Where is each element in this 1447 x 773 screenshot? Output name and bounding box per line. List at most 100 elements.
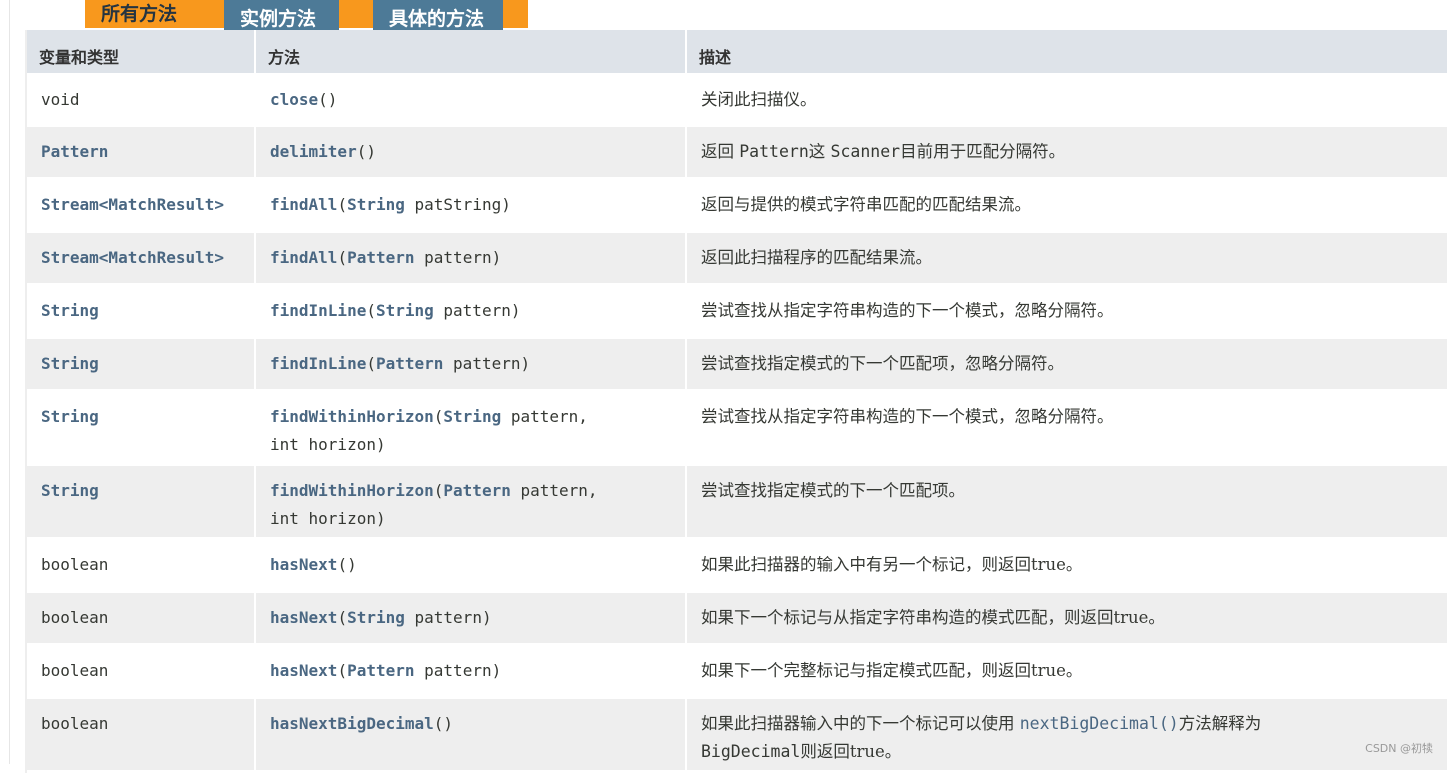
method-link[interactable]: findWithinHorizon (270, 407, 434, 426)
return-type: Stream<MatchResult> (27, 180, 256, 233)
param-type-link[interactable]: Pattern (443, 481, 510, 500)
desc-code: BigDecimal (701, 742, 801, 761)
table-row: boolean hasNext() 如果此扫描器的输入中有另一个标记，则返回tr… (27, 540, 1447, 593)
method-signature: hasNextBigDecimal() (256, 699, 687, 773)
param-type-link[interactable]: Pattern (347, 661, 414, 680)
method-link[interactable]: hasNext (270, 555, 337, 574)
tab-concrete-methods[interactable]: 具体的方法 (373, 0, 503, 30)
desc-text: 如果下一个完整标记与指定模式匹配，则返回 (701, 661, 1031, 680)
method-signature: findInLine(String pattern) (256, 286, 687, 339)
column-header-method: 方法 (256, 30, 687, 75)
page-left-border (9, 0, 10, 764)
method-description: 如果下一个完整标记与指定模式匹配，则返回true。 (687, 646, 1447, 699)
method-signature: findInLine(Pattern pattern) (256, 339, 687, 392)
table-row: boolean hasNext(String pattern) 如果下一个标记与… (27, 593, 1447, 646)
desc-text: true (1113, 608, 1149, 627)
param-type-link[interactable]: String (376, 301, 434, 320)
method-link[interactable]: delimiter (270, 142, 357, 161)
method-link[interactable]: findAll (270, 195, 337, 214)
param-name: pattern, (510, 407, 588, 426)
desc-text: 。 (1065, 555, 1083, 574)
table-row: Pattern delimiter() 返回 Pattern这 Scanner目… (27, 127, 1447, 180)
return-type: String (27, 392, 256, 466)
table-row: String findWithinHorizon(Pattern pattern… (27, 466, 1447, 540)
return-type: boolean (27, 593, 256, 646)
method-link[interactable]: hasNextBigDecimal (270, 714, 434, 733)
method-link[interactable]: findAll (270, 248, 337, 267)
method-signature: close() (256, 75, 687, 127)
param-type-link[interactable]: String (347, 608, 405, 627)
table-row: Stream<MatchResult> findAll(String patSt… (27, 180, 1447, 233)
method-signature: findAll(String patString) (256, 180, 687, 233)
param-name: pattern (424, 248, 492, 267)
type-link[interactable]: Pattern (41, 142, 108, 161)
method-link[interactable]: close (270, 90, 318, 109)
column-header-type: 变量和类型 (27, 30, 256, 75)
method-link[interactable]: findInLine (270, 301, 366, 320)
tab-instance-methods[interactable]: 实例方法 (224, 0, 339, 30)
return-type: Pattern (27, 127, 256, 180)
table-row: boolean hasNextBigDecimal() 如果此扫描器输入中的下一… (27, 699, 1447, 773)
column-header-description: 描述 (687, 30, 1447, 75)
method-link[interactable]: hasNext (270, 661, 337, 680)
return-type: String (27, 466, 256, 540)
return-type: boolean (27, 699, 256, 773)
desc-text: 如果下一个标记与从指定字符串构造的模式匹配，则返回 (701, 608, 1114, 627)
paren: () (356, 142, 376, 161)
desc-text: 这 (808, 142, 831, 161)
type-link[interactable]: String (41, 354, 99, 373)
param-type-link[interactable]: String (347, 195, 405, 214)
method-link[interactable]: findWithinHorizon (270, 481, 434, 500)
method-description: 如果下一个标记与从指定字符串构造的模式匹配，则返回true。 (687, 593, 1447, 646)
desc-text: 如果此扫描器的输入中有另一个标记，则返回 (701, 555, 1031, 574)
param-type-link[interactable]: Pattern (376, 354, 443, 373)
table-row: boolean hasNext(Pattern pattern) 如果下一个完整… (27, 646, 1447, 699)
tab-separator (503, 0, 528, 28)
param-type-link[interactable]: Pattern (347, 248, 414, 267)
method-description: 尝试查找指定模式的下一个匹配项。 (687, 466, 1447, 540)
param-name: pattern (424, 661, 492, 680)
method-description: 返回与提供的模式字符串匹配的匹配结果流。 (687, 180, 1447, 233)
desc-code: Pattern (739, 142, 809, 161)
method-signature: findWithinHorizon(Pattern pattern, int ho… (256, 466, 687, 540)
type-link[interactable]: Stream<MatchResult> (41, 248, 224, 267)
type-link[interactable]: Stream<MatchResult> (41, 195, 224, 214)
method-description: 尝试查找从指定字符串构造的下一个模式，忽略分隔符。 (687, 392, 1447, 466)
desc-text: true (1031, 661, 1066, 680)
method-description: 关闭此扫描仪。 (687, 75, 1447, 127)
method-link[interactable]: hasNext (270, 608, 337, 627)
type-link[interactable]: String (41, 407, 99, 426)
desc-text: 。 (884, 742, 902, 761)
desc-code: Scanner (830, 142, 901, 161)
table-row: void close() 关闭此扫描仪。 (27, 75, 1447, 127)
table-row: String findInLine(Pattern pattern) 尝试查找指… (27, 339, 1447, 392)
return-type: void (27, 75, 256, 127)
return-type: String (27, 286, 256, 339)
desc-text: 返回 (701, 142, 740, 161)
desc-text: true (849, 742, 885, 761)
param-name: pattern (443, 301, 511, 320)
type-link[interactable]: String (41, 301, 99, 320)
method-description: 尝试查找指定模式的下一个匹配项，忽略分隔符。 (687, 339, 1447, 392)
method-summary-table: 变量和类型 方法 描述 void close() 关闭此扫描仪。 Pattern… (25, 30, 1447, 773)
desc-text: 。 (1148, 608, 1165, 627)
type-link[interactable]: String (41, 481, 99, 500)
method-link[interactable]: findInLine (270, 354, 366, 373)
method-description: 如果此扫描器输入中的下一个标记可以使用 nextBigDecimal()方法解释… (687, 699, 1447, 773)
param-name: pattern, (520, 481, 598, 500)
desc-text: 方法解释为 (1178, 714, 1262, 733)
return-type: boolean (27, 540, 256, 593)
table-row: String findInLine(String pattern) 尝试查找从指… (27, 286, 1447, 339)
method-description: 返回此扫描程序的匹配结果流。 (687, 233, 1447, 286)
watermark: CSDN @初犊 (1365, 742, 1433, 755)
param-type-link[interactable]: String (443, 407, 501, 426)
method-signature: hasNext(String pattern) (256, 593, 687, 646)
method-signature: hasNext(Pattern pattern) (256, 646, 687, 699)
paren: () (337, 555, 357, 574)
method-signature: delimiter() (256, 127, 687, 180)
tab-all-methods[interactable]: 所有方法 (85, 0, 218, 28)
table-row: String findWithinHorizon(String pattern,… (27, 392, 1447, 466)
return-type: boolean (27, 646, 256, 699)
desc-method-link[interactable]: nextBigDecimal() (1020, 714, 1179, 733)
method-description: 如果此扫描器的输入中有另一个标记，则返回true。 (687, 540, 1447, 593)
